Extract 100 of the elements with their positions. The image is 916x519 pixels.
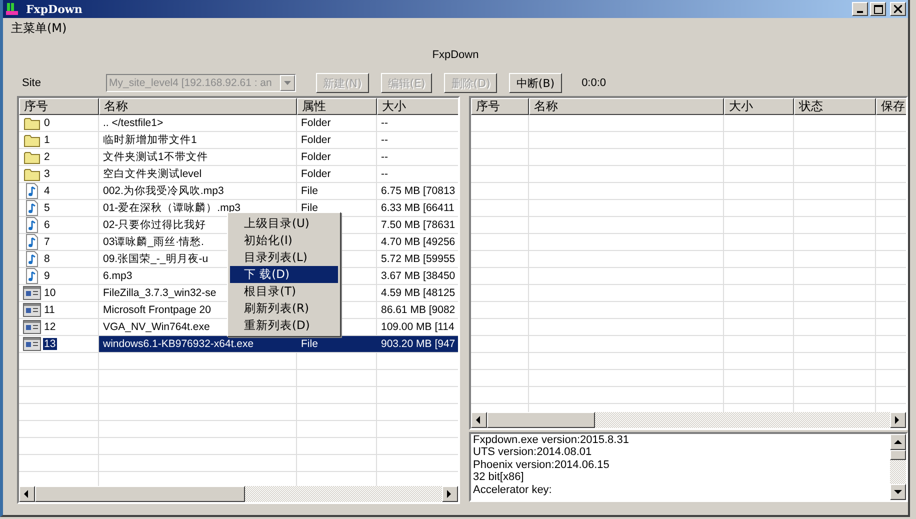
program-window-icon: [23, 336, 41, 352]
table-cell: 109.00 MB [114: [381, 321, 454, 333]
menu-item[interactable]: 下 载(D): [230, 266, 338, 283]
table-cell: File: [301, 338, 318, 350]
menu-item[interactable]: 主菜单(M): [9, 20, 69, 36]
log-line: Phoenix version:2014.06.15: [473, 458, 610, 472]
table-cell: --: [381, 117, 388, 129]
table-cell: 空白文件夹测试level: [103, 167, 202, 181]
menu-item[interactable]: 上级目录(U): [230, 215, 338, 232]
music-file-icon: [23, 268, 41, 284]
music-file-icon: [23, 251, 41, 267]
table-cell: Folder: [301, 134, 331, 146]
menu-item[interactable]: 目录列表(L): [230, 249, 338, 266]
column-header[interactable]: 名称: [99, 98, 297, 115]
menu-item[interactable]: 重新列表(D): [230, 317, 338, 334]
row-number: 1: [43, 134, 51, 146]
table-cell: 002.为你我受冷风吹.mp3: [103, 184, 224, 198]
music-file-icon: [23, 217, 41, 233]
column-header[interactable]: 大小: [377, 98, 458, 115]
vertical-scrollbar[interactable]: [890, 434, 906, 500]
column-header[interactable]: 状态: [794, 98, 876, 115]
table-cell: Folder: [301, 168, 331, 180]
row-number: 5: [43, 202, 51, 214]
log-line: Fxpdown.exe version:2015.8.31: [473, 434, 630, 446]
program-window-icon: [23, 285, 41, 301]
column-header[interactable]: 名称: [529, 98, 724, 115]
row-number: 9: [43, 270, 51, 282]
table-cell: 02-只要你过得比我好: [103, 218, 206, 232]
table-cell: 7.50 MB [78631: [381, 219, 456, 231]
folder-icon: [23, 166, 41, 182]
close-icon: [894, 5, 902, 13]
table-cell: 临时新增加带文件1: [103, 133, 197, 147]
table-cell: --: [381, 134, 388, 146]
row-number: 2: [43, 151, 51, 163]
maximize-button[interactable]: [870, 2, 886, 16]
table-cell: 01-爱在深秋（谭咏麟）.mp3: [103, 201, 241, 215]
table-cell: --: [381, 168, 388, 180]
row-number: 3: [43, 168, 51, 180]
table-cell: 09.张国荣_-_明月夜-u: [103, 252, 208, 266]
row-number: 4: [43, 185, 51, 197]
down-arrow-icon: [894, 488, 902, 496]
table-cell: 4.59 MB [48125: [381, 287, 456, 299]
row-number: 11: [43, 304, 56, 316]
menu-item[interactable]: 初始化(I): [230, 232, 338, 249]
caret-icon: [284, 81, 291, 85]
music-file-icon: [23, 200, 41, 216]
up-arrow-icon: [894, 438, 902, 446]
table-cell: 6.33 MB [66411: [381, 202, 454, 214]
close-button[interactable]: [890, 2, 906, 16]
table-cell: 903.20 MB [947: [381, 338, 456, 350]
table-cell: 03谭咏麟_雨丝·情愁.: [103, 235, 204, 249]
table-cell: 6.mp3: [103, 270, 132, 282]
table-cell: 文件夹测试1不带文件: [103, 150, 208, 164]
program-window-icon: [23, 302, 41, 318]
table-cell: 86.61 MB [9082: [381, 304, 456, 316]
row-number: 6: [43, 219, 51, 231]
table-cell: VGA_NV_Win764t.exe: [103, 321, 210, 333]
table-cell: FileZilla_3.7.3_win32-se: [103, 287, 216, 299]
column-header[interactable]: 序号: [19, 98, 99, 115]
menu-item[interactable]: 刷新列表(R): [230, 300, 338, 317]
table-cell: Folder: [301, 117, 331, 129]
table-cell: Microsoft Frontpage 20: [103, 304, 211, 316]
table-cell: File: [301, 185, 318, 197]
window-title: FxpDown: [26, 2, 82, 16]
folder-icon: [23, 149, 41, 165]
row-number: 8: [43, 253, 51, 265]
table-cell: 6.75 MB [70813: [381, 185, 456, 197]
minimize-button[interactable]: [852, 2, 868, 16]
table-cell: --: [381, 151, 388, 163]
music-file-icon: [23, 234, 41, 250]
scroll-thumb[interactable]: [890, 450, 906, 460]
row-number: 7: [43, 236, 51, 248]
right-arrow-icon: [446, 490, 454, 498]
horizontal-scrollbar[interactable]: [19, 486, 458, 502]
table-cell: 5.72 MB [59955: [381, 253, 456, 265]
log-line: UTS version:2014.08.01: [473, 446, 593, 459]
toolbar-button[interactable]: 中断(B): [509, 73, 562, 93]
column-header[interactable]: 序号: [471, 98, 529, 115]
row-number: 13: [43, 338, 57, 350]
left-arrow-icon: [23, 490, 31, 498]
column-header[interactable]: 属性: [297, 98, 377, 115]
table-cell: File: [301, 202, 318, 214]
column-header[interactable]: 大小: [724, 98, 794, 115]
app-heading: FxpDown: [431, 49, 480, 63]
table-cell: .. </testfile1>: [103, 117, 164, 129]
folder-icon: [23, 132, 41, 148]
left-arrow-icon: [475, 416, 483, 424]
table-cell: 3.67 MB [38450: [381, 270, 456, 282]
maximize-icon: [874, 4, 882, 14]
folder-icon: [23, 115, 41, 131]
log-line: 32 bit[x86]: [473, 471, 525, 484]
table-cell: 4.70 MB [49256: [381, 236, 456, 248]
row-number: 12: [43, 321, 57, 333]
menu-item[interactable]: 根目录(T): [230, 283, 338, 300]
timer-text: 0:0:0: [582, 77, 606, 89]
right-arrow-icon: [894, 416, 902, 424]
horizontal-scrollbar[interactable]: [471, 412, 906, 428]
music-file-icon: [23, 183, 41, 199]
program-window-icon: [23, 319, 41, 335]
log-line: Accelerator key:: [473, 484, 553, 496]
